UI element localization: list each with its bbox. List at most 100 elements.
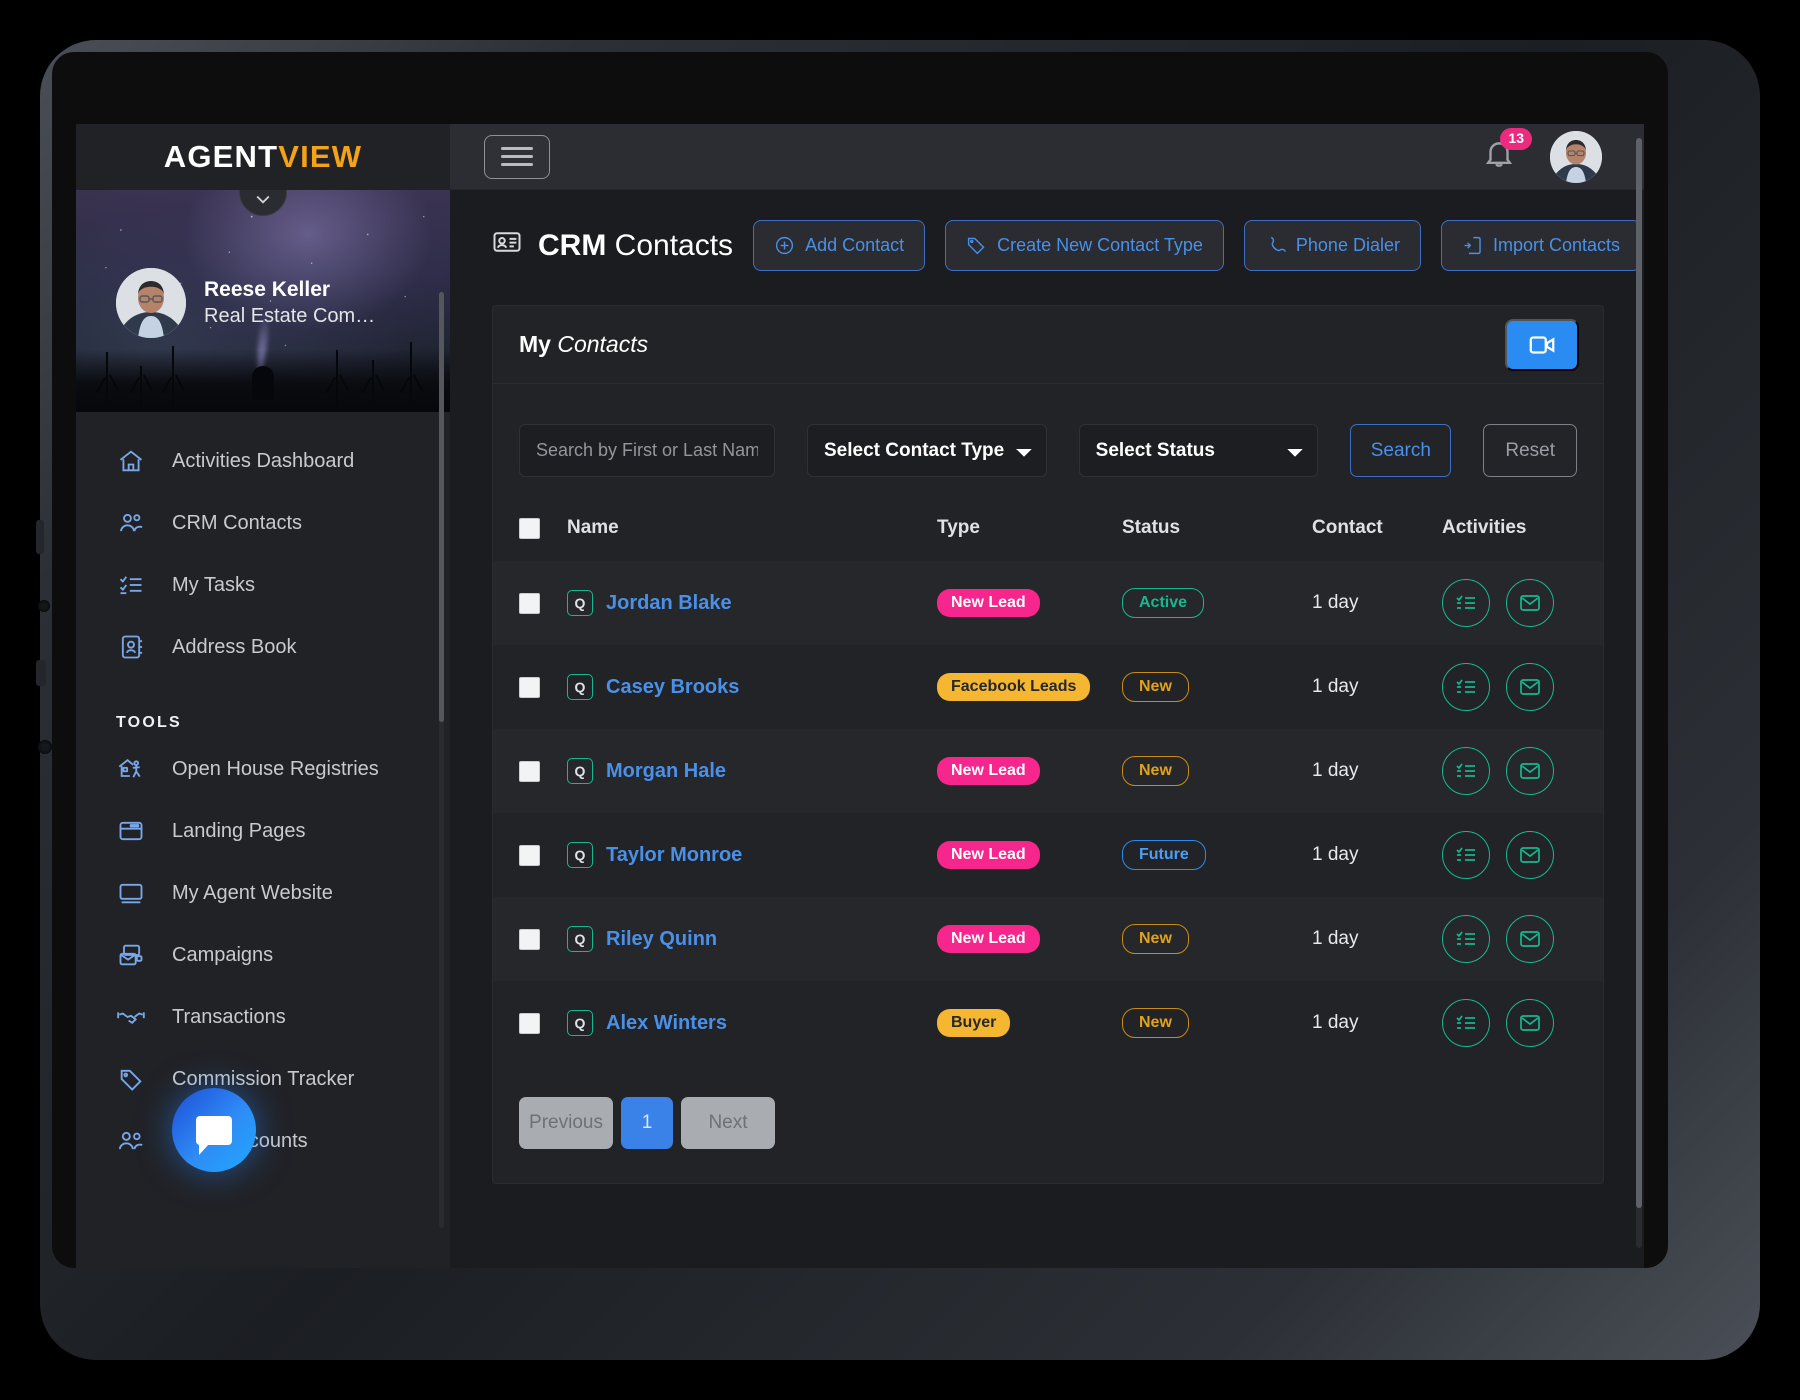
quick-badge[interactable]: Q — [567, 1010, 593, 1036]
sidebar-item-label: Activities Dashboard — [172, 450, 354, 473]
user-avatar-button[interactable] — [1550, 131, 1602, 183]
search-button[interactable]: Search — [1350, 424, 1451, 477]
activity-list-button[interactable] — [1442, 831, 1490, 879]
send-email-button[interactable] — [1506, 915, 1554, 963]
tree-decoration — [172, 346, 174, 406]
type-pill: Buyer — [937, 1009, 1010, 1037]
sidebar-item-campaigns[interactable]: Campaigns — [76, 924, 450, 986]
search-input[interactable] — [519, 424, 775, 477]
send-email-button[interactable] — [1506, 663, 1554, 711]
send-email-button[interactable] — [1506, 831, 1554, 879]
contact-name-link[interactable]: Alex Winters — [606, 1012, 727, 1035]
phone-icon — [1265, 235, 1286, 256]
pagination-page-1-button[interactable]: 1 — [621, 1097, 673, 1149]
row-checkbox[interactable] — [519, 845, 540, 866]
row-contact-cell: 1 day — [1312, 897, 1442, 981]
row-checkbox[interactable] — [519, 1013, 540, 1034]
reset-button[interactable]: Reset — [1483, 424, 1577, 477]
sidebar-item-landing-pages[interactable]: Landing Pages — [76, 800, 450, 862]
pagination-next-button[interactable]: Next — [681, 1097, 775, 1149]
pagination-previous-button[interactable]: Previous — [519, 1097, 613, 1149]
quick-badge[interactable]: Q — [567, 842, 593, 868]
sidebar-item-activities-dashboard[interactable]: Activities Dashboard — [76, 430, 450, 492]
quick-badge[interactable]: Q — [567, 758, 593, 784]
contact-name-link[interactable]: Casey Brooks — [606, 676, 739, 699]
sidebar-item-commission-tracker[interactable]: Commission Tracker — [76, 1048, 450, 1110]
contact-type-select[interactable]: Select Contact Type — [807, 424, 1047, 477]
contact-name-link[interactable]: Taylor Monroe — [606, 844, 742, 867]
status-badge: New — [1122, 924, 1189, 954]
quick-badge[interactable]: Q — [567, 674, 593, 700]
activity-list-button[interactable] — [1442, 747, 1490, 795]
type-pill: New Lead — [937, 757, 1040, 785]
activity-list-button[interactable] — [1442, 915, 1490, 963]
envelope-icon — [1518, 759, 1542, 783]
send-email-button[interactable] — [1506, 999, 1554, 1047]
sidebar-item-my-tasks[interactable]: My Tasks — [76, 554, 450, 616]
card-title-bold: My — [519, 331, 551, 357]
sidebar-item-team-accounts[interactable]: Team Accounts — [76, 1110, 450, 1172]
select-all-checkbox[interactable] — [519, 518, 540, 539]
table-row[interactable]: Q Riley Quinn New Lead New 1 day — [493, 897, 1603, 981]
camera-dot-1 — [38, 600, 50, 612]
tree-decoration — [336, 350, 338, 406]
chat-bubble-icon — [196, 1116, 232, 1145]
row-name-cell: Q Alex Winters — [567, 981, 937, 1065]
row-name-cell: Q Riley Quinn — [567, 897, 937, 981]
import-contacts-button[interactable]: Import Contacts — [1441, 220, 1641, 271]
status-badge: Future — [1122, 840, 1206, 870]
envelope-icon — [1518, 675, 1542, 699]
row-checkbox[interactable] — [519, 929, 540, 950]
contact-name-link[interactable]: Morgan Hale — [606, 760, 726, 783]
table-row[interactable]: Q Casey Brooks Facebook Leads New 1 day — [493, 645, 1603, 729]
chevron-down-icon — [253, 190, 273, 209]
create-new-contact-type-button[interactable]: Create New Contact Type — [945, 220, 1224, 271]
table-row[interactable]: Q Jordan Blake New Lead Active 1 day — [493, 561, 1603, 645]
monitor-icon — [116, 878, 146, 908]
sidebar-item-transactions[interactable]: Transactions — [76, 986, 450, 1048]
notifications-button[interactable]: 13 — [1482, 137, 1516, 176]
row-activities-cell — [1442, 981, 1603, 1065]
column-header-contact: Contact — [1312, 503, 1442, 561]
table-row[interactable]: Q Morgan Hale New Lead New 1 day — [493, 729, 1603, 813]
open-house-icon — [116, 754, 146, 784]
quick-badge[interactable]: Q — [567, 590, 593, 616]
row-checkbox[interactable] — [519, 761, 540, 782]
row-checkbox[interactable] — [519, 677, 540, 698]
contact-name-link[interactable]: Riley Quinn — [606, 928, 717, 951]
row-name-cell: Q Morgan Hale — [567, 729, 937, 813]
hamburger-menu-button[interactable] — [484, 135, 550, 179]
video-call-button[interactable] — [1505, 319, 1579, 371]
chat-support-button[interactable] — [172, 1088, 256, 1172]
sidebar-item-open-house-registries[interactable]: Open House Registries — [76, 738, 450, 800]
tree-decoration — [410, 342, 412, 406]
main-scrollbar-thumb[interactable] — [1636, 138, 1642, 1208]
volume-button-top[interactable] — [36, 520, 44, 554]
camera-dot-2 — [38, 740, 52, 754]
quick-badge[interactable]: Q — [567, 926, 593, 952]
activity-list-button[interactable] — [1442, 579, 1490, 627]
sidebar-item-crm-contacts[interactable]: CRM Contacts — [76, 492, 450, 554]
team-icon — [116, 1126, 146, 1156]
send-email-button[interactable] — [1506, 747, 1554, 795]
activity-list-button[interactable] — [1442, 663, 1490, 711]
table-row[interactable]: Q Taylor Monroe New Lead Future 1 day — [493, 813, 1603, 897]
row-checkbox[interactable] — [519, 593, 540, 614]
volume-button-bottom[interactable] — [36, 660, 46, 686]
hamburger-line — [501, 155, 533, 158]
table-row[interactable]: Q Alex Winters Buyer New 1 day — [493, 981, 1603, 1065]
add-contact-button[interactable]: Add Contact — [753, 220, 925, 271]
row-contact-cell: 1 day — [1312, 561, 1442, 645]
sidebar-item-address-book[interactable]: Address Book — [76, 616, 450, 678]
profile-summary[interactable]: Reese Keller Real Estate Com… — [116, 268, 375, 338]
send-email-button[interactable] — [1506, 579, 1554, 627]
sidebar-scrollbar-thumb[interactable] — [439, 292, 444, 722]
phone-dialer-button[interactable]: Phone Dialer — [1244, 220, 1421, 271]
app-window: AGENTVIEW — [76, 124, 1644, 1268]
brand-name-part1: AGENT — [164, 139, 279, 174]
contact-name-link[interactable]: Jordan Blake — [606, 592, 732, 615]
status-select[interactable]: Select Status — [1079, 424, 1319, 477]
sidebar-item-my-agent-website[interactable]: My Agent Website — [76, 862, 450, 924]
activity-list-button[interactable] — [1442, 999, 1490, 1047]
brand-logo[interactable]: AGENTVIEW — [76, 124, 450, 190]
